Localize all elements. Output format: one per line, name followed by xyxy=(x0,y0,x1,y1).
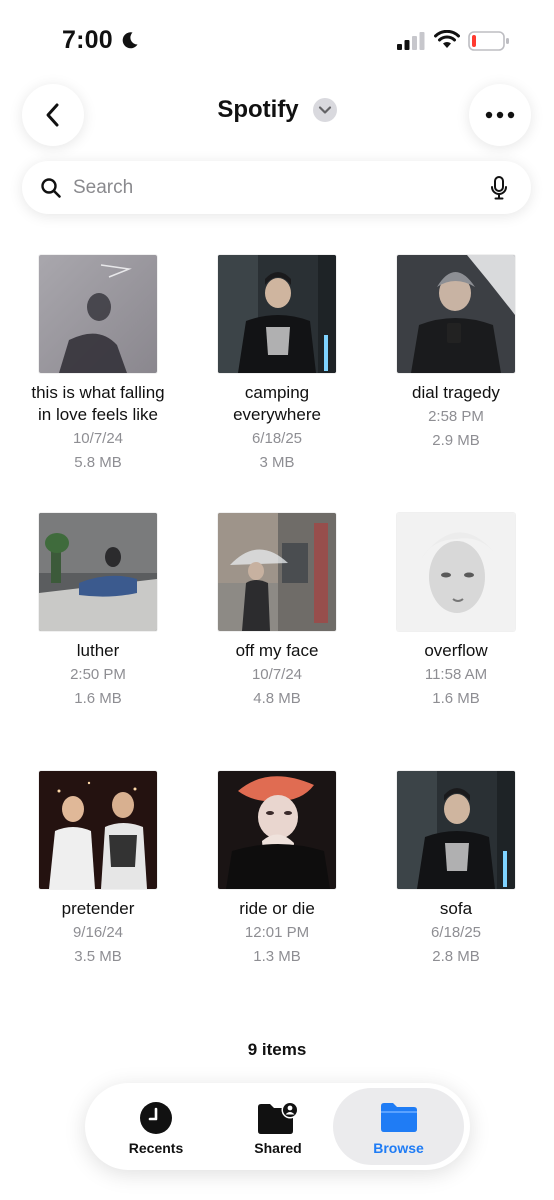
file-name: this is what falling in love feels like xyxy=(31,383,165,424)
file-date: 12:01 PM xyxy=(244,924,310,941)
search-input[interactable] xyxy=(73,171,473,204)
search-bar[interactable] xyxy=(22,161,531,214)
file-date: 10/7/24 xyxy=(72,430,124,447)
ellipsis-icon xyxy=(485,111,515,119)
clock-icon xyxy=(140,1102,172,1134)
file-name: camping everywhere xyxy=(233,383,321,424)
file-thumbnail xyxy=(397,255,515,373)
file-name: off my face xyxy=(235,641,319,660)
file-item[interactable]: pretender 9/16/24 3.5 MB xyxy=(9,771,187,968)
file-date: 10/7/24 xyxy=(251,666,303,683)
file-item[interactable]: overflow 11:58 AM 1.6 MB xyxy=(367,513,545,710)
file-thumbnail xyxy=(39,255,157,373)
file-size: 3 MB xyxy=(259,454,295,471)
search-icon xyxy=(41,178,61,198)
file-date: 9/16/24 xyxy=(72,924,124,941)
status-bar: 7:00 xyxy=(0,0,554,80)
chevron-down-icon xyxy=(318,106,331,114)
item-count: 9 items xyxy=(247,1040,307,1059)
title-menu-button[interactable] xyxy=(312,98,337,122)
more-button[interactable] xyxy=(469,84,531,146)
file-size: 3.5 MB xyxy=(74,948,122,965)
wifi-icon xyxy=(434,30,460,48)
status-time: 7:00 xyxy=(62,26,113,54)
file-name: ride or die xyxy=(239,899,315,918)
shared-folder-icon xyxy=(258,1101,299,1134)
file-item[interactable]: luther 2:50 PM 1.6 MB xyxy=(9,513,187,710)
file-item[interactable]: dial tragedy 2:58 PM 2.9 MB xyxy=(367,255,545,452)
file-date: 6/18/25 xyxy=(430,924,482,941)
file-size: 4.8 MB xyxy=(253,690,301,707)
cellular-signal-icon xyxy=(397,32,425,50)
file-thumbnail xyxy=(39,513,157,631)
file-thumbnail xyxy=(397,513,515,631)
file-item[interactable]: ride or die 12:01 PM 1.3 MB xyxy=(188,771,366,968)
file-name: overflow xyxy=(424,641,488,660)
file-size: 2.8 MB xyxy=(432,948,480,965)
file-size: 1.3 MB xyxy=(253,948,301,965)
file-thumbnail xyxy=(218,255,336,373)
file-thumbnail xyxy=(218,513,336,631)
file-name: dial tragedy xyxy=(412,383,500,402)
tab-browse[interactable]: Browse xyxy=(333,1088,464,1165)
tab-label: Recents xyxy=(128,1140,184,1156)
file-thumbnail xyxy=(39,771,157,889)
file-size: 2.9 MB xyxy=(432,432,480,449)
file-thumbnail xyxy=(218,771,336,889)
moon-icon xyxy=(122,32,138,49)
tab-label: Shared xyxy=(254,1140,302,1156)
tab-bar: Recents Shared Browse xyxy=(85,1083,470,1170)
file-item[interactable]: camping everywhere 6/18/25 3 MB xyxy=(188,255,366,474)
file-name: luther xyxy=(76,641,120,660)
file-date: 2:58 PM xyxy=(428,408,484,425)
file-date: 11:58 AM xyxy=(424,666,488,683)
file-item[interactable]: off my face 10/7/24 4.8 MB xyxy=(188,513,366,710)
page-title: Spotify xyxy=(217,96,299,123)
file-date: 6/18/25 xyxy=(251,430,303,447)
folder-icon xyxy=(380,1103,417,1132)
tab-label: Browse xyxy=(373,1140,424,1156)
microphone-icon[interactable] xyxy=(490,175,508,201)
tab-recents[interactable]: Recents xyxy=(92,1088,220,1165)
battery-low-icon xyxy=(468,31,509,51)
file-name: sofa xyxy=(439,899,473,918)
file-size: 5.8 MB xyxy=(74,454,122,471)
file-size: 1.6 MB xyxy=(74,690,122,707)
file-date: 2:50 PM xyxy=(70,666,126,683)
tab-shared[interactable]: Shared xyxy=(214,1088,342,1165)
file-item[interactable]: this is what falling in love feels like … xyxy=(9,255,187,474)
file-name: pretender xyxy=(61,899,135,918)
file-item[interactable]: sofa 6/18/25 2.8 MB xyxy=(367,771,545,968)
file-size: 1.6 MB xyxy=(432,690,480,707)
location-menu[interactable]: Spotify xyxy=(217,96,337,124)
file-thumbnail xyxy=(397,771,515,889)
